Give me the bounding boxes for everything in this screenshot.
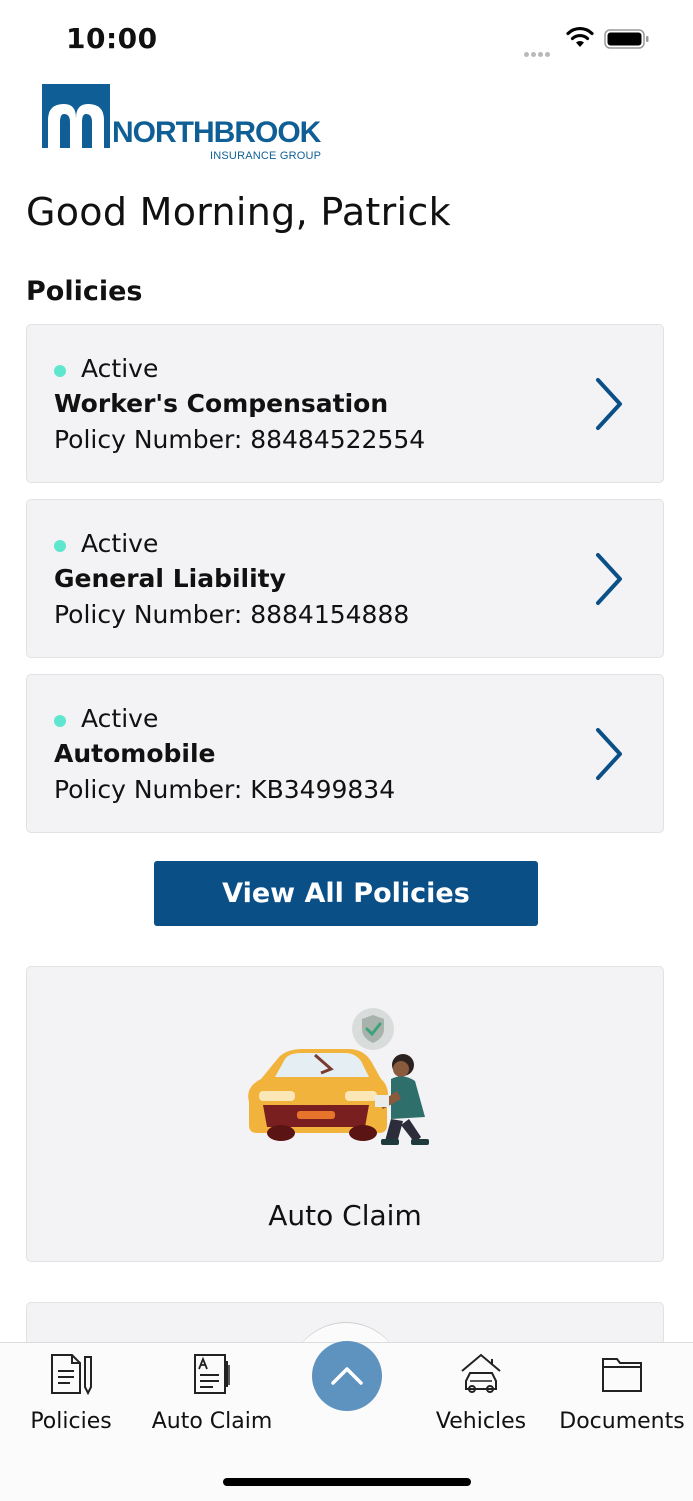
- policy-name: General Liability: [54, 564, 286, 593]
- policy-number: Policy Number: KB3499834: [54, 775, 396, 804]
- policy-name: Automobile: [54, 739, 216, 768]
- nav-item-policies[interactable]: Policies: [1, 1351, 141, 1434]
- status-time: 10:00: [66, 22, 158, 55]
- wifi-icon: [566, 26, 594, 47]
- policy-card-automobile[interactable]: Active Automobile Policy Number: KB34998…: [26, 674, 664, 833]
- policy-status: Active: [81, 529, 159, 558]
- auto-claim-card[interactable]: Auto Claim: [26, 966, 664, 1262]
- policy-document-icon: [51, 1354, 92, 1396]
- active-status-dot: [54, 540, 66, 552]
- garage-car-icon: [461, 1353, 501, 1393]
- logo-tagline: INSURANCE GROUP: [210, 150, 322, 162]
- nav-item-auto-claim[interactable]: Auto Claim: [142, 1351, 282, 1434]
- nav-label-documents: Documents: [559, 1409, 685, 1434]
- nav-label-policies: Policies: [30, 1409, 112, 1434]
- claim-form-icon: [194, 1354, 230, 1394]
- policy-card-workers-compensation[interactable]: Active Worker's Compensation Policy Numb…: [26, 324, 664, 483]
- chevron-up-icon: [331, 1367, 363, 1385]
- view-all-policies-button[interactable]: View All Policies: [154, 861, 538, 926]
- policy-status: Active: [81, 704, 159, 733]
- status-bar: 10:00: [0, 0, 693, 80]
- company-logo: NORTHBROOK INSURANCE GROUP: [42, 82, 342, 168]
- active-status-dot: [54, 715, 66, 727]
- nav-label-auto-claim: Auto Claim: [151, 1409, 273, 1434]
- auto-claim-illustration: [248, 1008, 429, 1145]
- logo-wordmark: NORTHBROOK: [112, 116, 321, 149]
- folder-icon: [602, 1358, 642, 1392]
- chevron-right-icon: [596, 553, 622, 605]
- nav-label-vehicles: Vehicles: [435, 1409, 527, 1434]
- policies-section-title: Policies: [26, 276, 143, 307]
- battery-icon: [604, 29, 649, 49]
- chevron-right-icon: [596, 728, 622, 780]
- policy-name: Worker's Compensation: [54, 389, 389, 418]
- policy-number: Policy Number: 8884154888: [54, 600, 410, 629]
- chevron-right-icon: [596, 378, 622, 430]
- policy-number: Policy Number: 88484522554: [54, 425, 426, 454]
- policy-status: Active: [81, 354, 159, 383]
- auto-claim-label: Auto Claim: [268, 1199, 422, 1232]
- active-status-dot: [54, 365, 66, 377]
- greeting-heading: Good Morning, Patrick: [26, 190, 451, 234]
- expand-menu-button[interactable]: [312, 1341, 382, 1411]
- home-indicator: [223, 1478, 471, 1486]
- policy-card-general-liability[interactable]: Active General Liability Policy Number: …: [26, 499, 664, 658]
- nav-item-vehicles[interactable]: Vehicles: [411, 1351, 551, 1434]
- cellular-signal-icon: [524, 42, 552, 61]
- nav-item-documents[interactable]: Documents: [552, 1351, 692, 1434]
